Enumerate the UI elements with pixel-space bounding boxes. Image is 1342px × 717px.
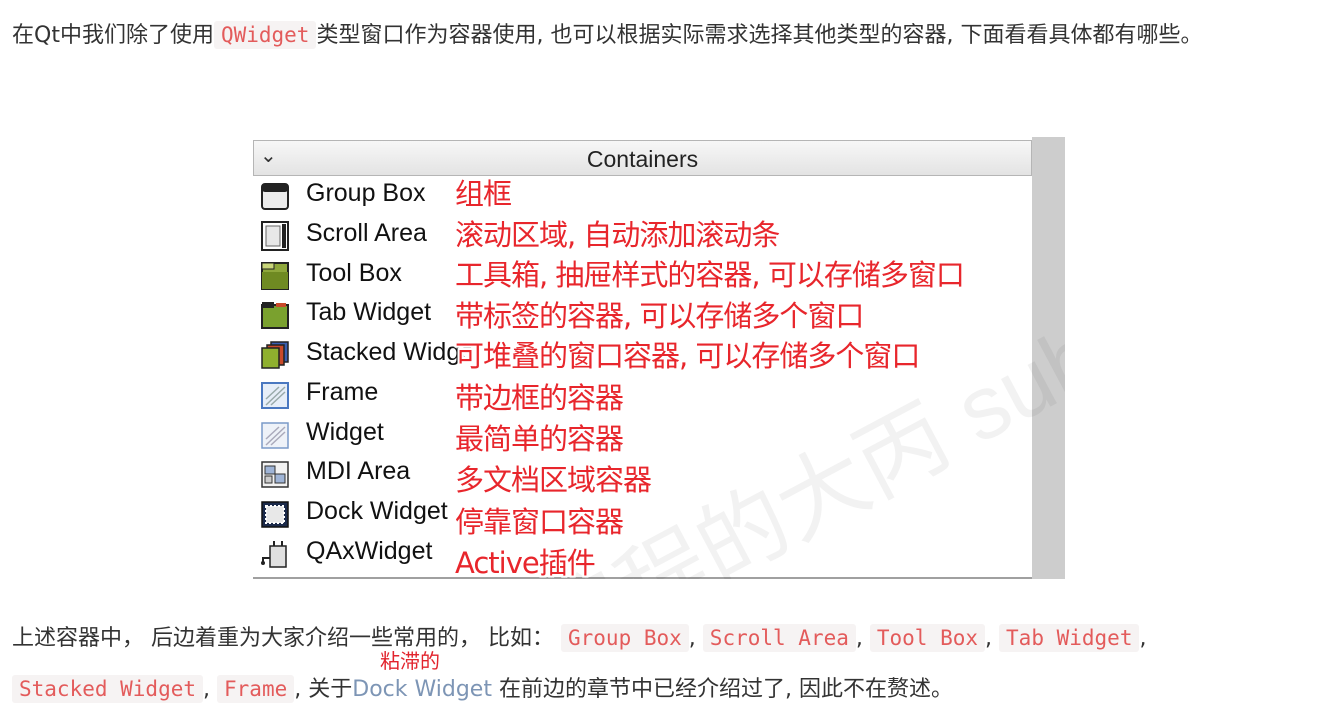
qaxwidget-icon (261, 541, 287, 568)
widget-item-tab-widget: Tab Widget (259, 296, 459, 334)
separator: , (855, 626, 863, 651)
annotation-note: Active插件 (455, 546, 596, 579)
containers-panel-image: ⌄ Containers 爱编程的大丙 subingwen Group Box … (253, 137, 1065, 579)
summary-text-1: 上述容器中， 后边着重为大家介绍一些常用的， 比如： (12, 626, 554, 651)
dock-widget-icon (261, 501, 289, 528)
dock-widget-link[interactable]: Dock Widget (352, 677, 492, 702)
group-box-icon (261, 183, 289, 210)
summary-text-2: 关于 (308, 677, 353, 702)
widget-item-stacked-widget: Stacked Widget (259, 336, 481, 374)
annotation-note: 停靠窗口容器 (455, 505, 624, 539)
widget-item-group-box: Group Box (259, 177, 459, 215)
inline-code: Tool Box (869, 624, 986, 652)
inline-code: Tab Widget (999, 624, 1140, 652)
item-label: Dock Widget (306, 497, 448, 525)
annotation-note: 最简单的容器 (455, 422, 624, 456)
separator: , (1139, 626, 1147, 651)
link-tooltip: 粘滞的 (380, 649, 440, 673)
tab-widget-icon (261, 302, 289, 329)
mdi-area-icon (261, 461, 289, 488)
item-label: Frame (306, 378, 379, 406)
widget-item-scroll-area: Scroll Area (259, 217, 459, 255)
widget-icon (261, 422, 289, 449)
intro-paragraph: 在Qt中我们除了使用 QWidget 类型窗口作为容器使用, 也可以根据实际需求选择… (12, 10, 1322, 61)
widget-item-qaxwidget: QAxWidget (259, 535, 459, 573)
intro-text-2: 类型窗口作为容器使用, 也可以根据实际需求选择其他类型的容器, 下面看看具体都有… (316, 23, 1203, 48)
item-label: Group Box (306, 179, 426, 207)
annotation-note: 工具箱, 抽屉样式的容器, 可以存储多窗口 (455, 258, 965, 292)
inline-code: Scroll Area (702, 624, 856, 652)
annotation-note: 滚动区域, 自动添加滚动条 (455, 218, 780, 252)
stacked-widget-icon (261, 341, 289, 369)
separator: , (985, 626, 993, 651)
scroll-area-icon (261, 221, 289, 251)
separator: , (688, 626, 696, 651)
widget-item-widget: Widget (259, 416, 459, 454)
annotation-note: 组框 (455, 177, 512, 211)
item-label: Tool Box (306, 259, 402, 287)
widget-item-dock-widget: Dock Widget (259, 495, 459, 533)
item-label: Widget (306, 418, 384, 446)
inline-code: Group Box (561, 624, 689, 652)
item-label: MDI Area (306, 457, 411, 485)
containers-header-title: Containers (586, 146, 699, 172)
tool-box-icon (261, 262, 289, 290)
annotation-note: 带标签的容器, 可以存储多个窗口 (455, 299, 864, 333)
panel-content: ⌄ Containers 爱编程的大丙 subingwen Group Box … (253, 137, 1065, 579)
intro-text-1: 在Qt中我们除了使用 (12, 23, 214, 48)
widget-item-mdi-area: MDI Area (259, 455, 459, 493)
annotation-note: 带边框的容器 (455, 381, 624, 415)
inline-code-qwidget: QWidget (213, 21, 317, 49)
separator: , (294, 677, 302, 702)
summary-paragraph: 上述容器中， 后边着重为大家介绍一些常用的， 比如： Group Box, Sc… (12, 613, 1322, 715)
annotation-note: 可堆叠的窗口容器, 可以存储多个窗口 (455, 339, 920, 373)
annotation-note: 多文档区域容器 (455, 463, 652, 497)
item-label: Scroll Area (306, 219, 427, 247)
separator: , (203, 677, 211, 702)
containers-header: ⌄ Containers (253, 140, 1032, 176)
widget-item-frame: Frame (259, 376, 459, 414)
item-label: QAxWidget (306, 537, 433, 565)
item-label: Tab Widget (306, 298, 432, 326)
widget-item-tool-box: Tool Box (259, 257, 459, 295)
inline-code: Frame (217, 675, 295, 703)
summary-text-3: 在前边的章节中已经介绍过了, 因此不在赘述。 (498, 677, 953, 702)
frame-icon (261, 382, 289, 409)
inline-code: Stacked Widget (12, 675, 204, 703)
